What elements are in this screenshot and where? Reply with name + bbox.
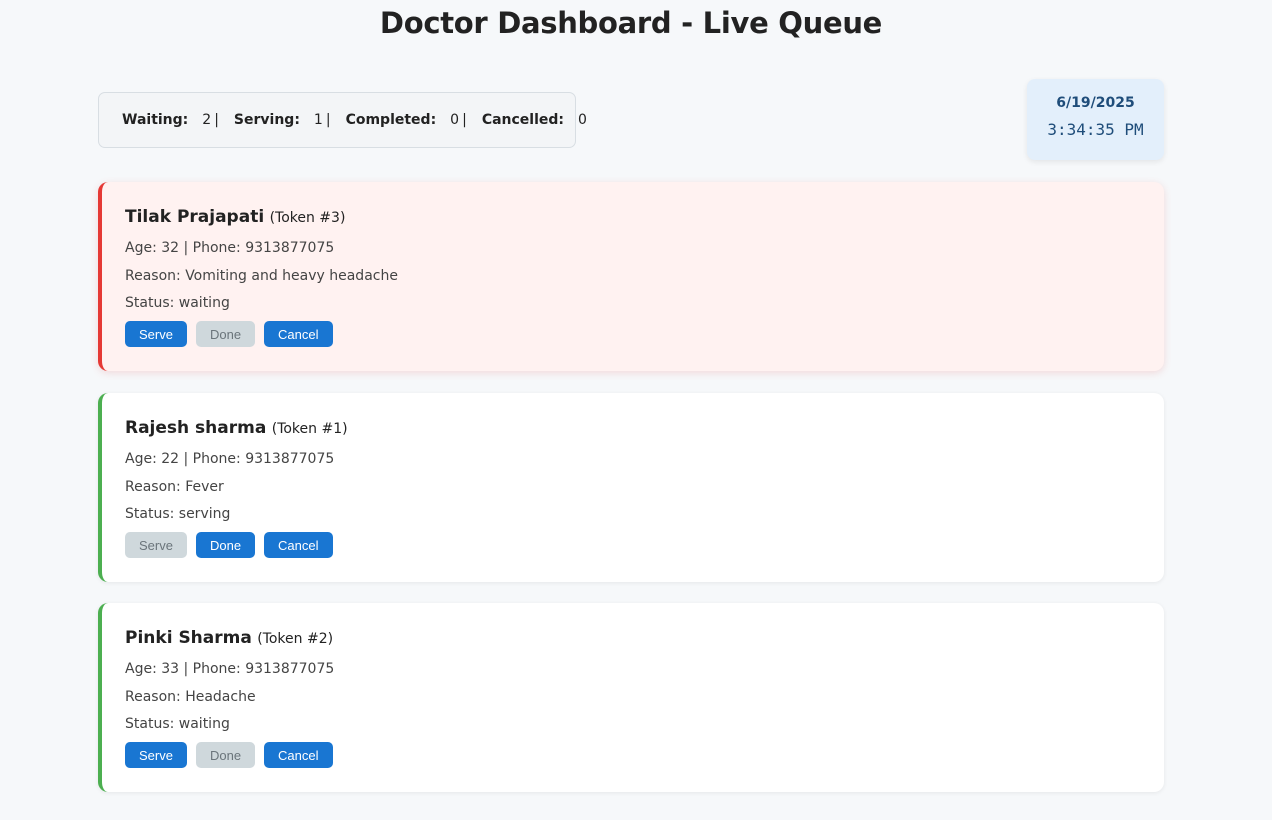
completed-count: 0 [450, 112, 460, 128]
done-button: Done [195, 742, 256, 768]
patient-reason: Reason: Vomiting and heavy headache [125, 268, 398, 284]
patient-token: (Token #1) [271, 421, 348, 437]
serving-label: Serving: [233, 112, 300, 128]
stat-separator: | [462, 112, 467, 128]
patient-name: Tilak Prajapati [125, 207, 265, 227]
cancelled-count: 0 [578, 112, 587, 128]
patient-header: Tilak Prajapati (Token #3) [125, 207, 345, 227]
patient-actions: Serve Done Cancel [125, 321, 333, 347]
patient-status: Status: waiting [125, 716, 230, 732]
patient-card: Tilak Prajapati (Token #3) Age: 32 | Pho… [98, 182, 1164, 371]
patient-header: Pinki Sharma (Token #2) [125, 628, 333, 648]
cancelled-label: Cancelled: [481, 112, 565, 128]
patient-name: Rajesh sharma [125, 418, 267, 438]
patient-card: Pinki Sharma (Token #2) Age: 33 | Phone:… [98, 603, 1164, 792]
clock-date: 6/19/2025 [1056, 95, 1135, 111]
serve-button[interactable]: Serve [125, 742, 187, 768]
cancel-button[interactable]: Cancel [264, 532, 333, 558]
patient-status: Status: waiting [125, 295, 230, 311]
patient-details: Age: 22 | Phone: 9313877075 [125, 451, 335, 467]
clock-time: 3:34:35 PM [1047, 120, 1144, 139]
patient-actions: Serve Done Cancel [125, 742, 333, 768]
done-button[interactable]: Done [195, 532, 256, 558]
page-title: Doctor Dashboard - Live Queue [379, 6, 883, 40]
patient-name: Pinki Sharma [125, 628, 252, 648]
patient-token: (Token #2) [257, 631, 334, 647]
done-button: Done [195, 321, 256, 347]
queue-stats: Waiting: 2 | Serving: 1 | Completed: 0 |… [98, 92, 587, 148]
cancel-button[interactable]: Cancel [264, 321, 333, 347]
patient-reason: Reason: Headache [125, 689, 256, 705]
patient-header: Rajesh sharma (Token #1) [125, 418, 348, 438]
clock-widget: 6/19/2025 3:34:35 PM [1027, 79, 1164, 160]
completed-label: Completed: [345, 112, 437, 128]
serve-button: Serve [125, 532, 187, 558]
stat-separator: | [325, 112, 331, 128]
patient-details: Age: 32 | Phone: 9313877075 [125, 240, 335, 256]
patient-actions: Serve Done Cancel [125, 532, 333, 558]
patient-card: Rajesh sharma (Token #1) Age: 22 | Phone… [98, 393, 1164, 582]
serving-count: 1 [313, 112, 323, 128]
stat-separator: | [214, 112, 219, 128]
patient-status: Status: serving [125, 506, 231, 522]
patient-token: (Token #3) [269, 210, 346, 226]
patient-reason: Reason: Fever [125, 479, 224, 495]
patient-details: Age: 33 | Phone: 9313877075 [125, 661, 335, 677]
waiting-count: 2 [202, 112, 212, 128]
serve-button[interactable]: Serve [125, 321, 187, 347]
waiting-label: Waiting: [122, 112, 189, 128]
cancel-button[interactable]: Cancel [264, 742, 333, 768]
